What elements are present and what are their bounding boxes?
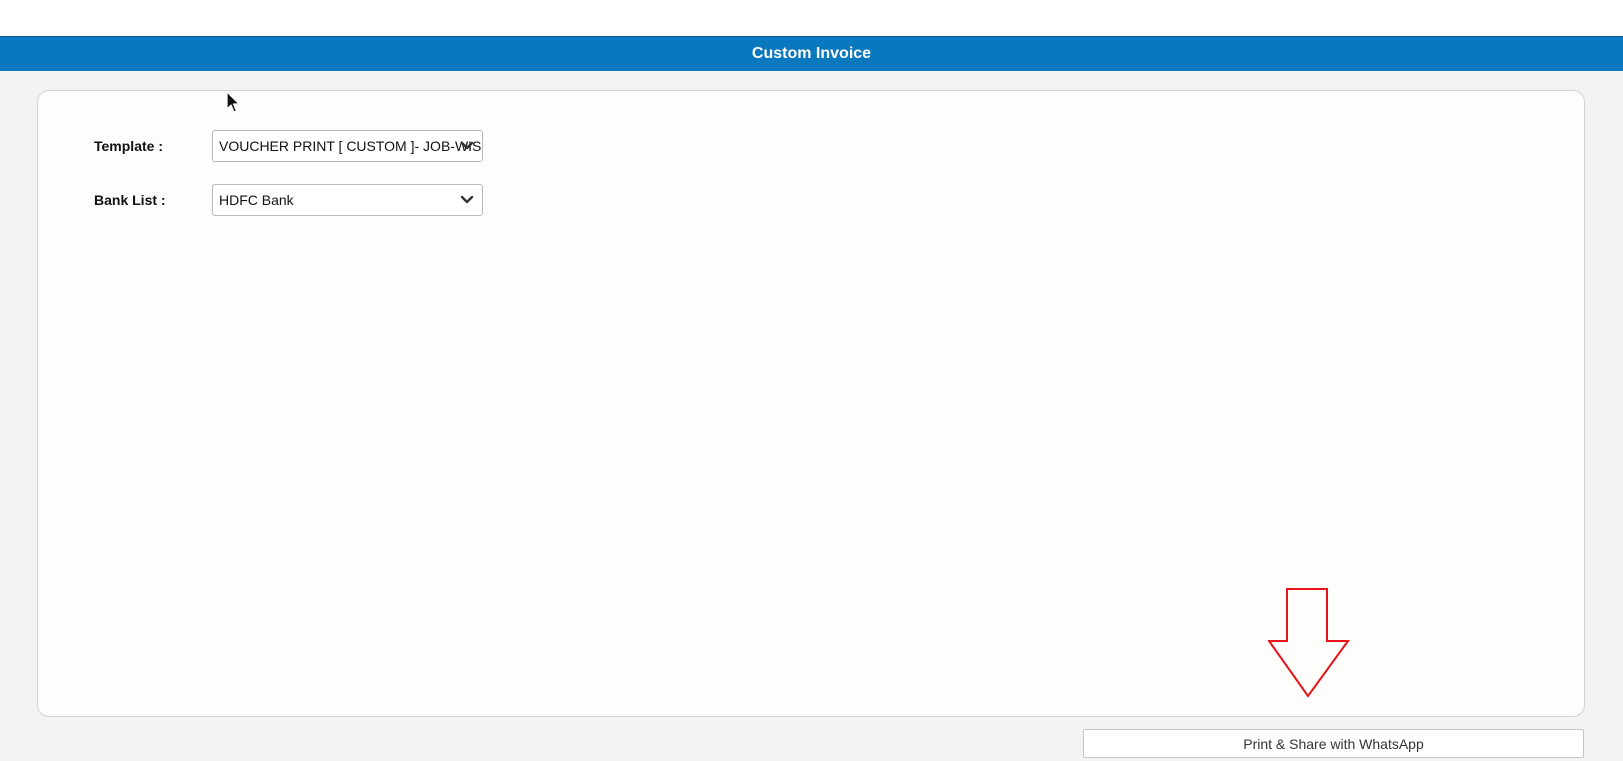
chevron-down-icon	[460, 141, 474, 150]
print-share-whatsapp-label: Print & Share with WhatsApp	[1243, 735, 1424, 752]
bank-list-select-value: HDFC Bank	[219, 192, 294, 208]
bank-list-label: Bank List :	[94, 192, 166, 208]
down-arrow-outline-icon	[1268, 588, 1350, 698]
mouse-pointer-icon	[226, 91, 240, 113]
top-blank-area	[0, 0, 1623, 36]
form-panel: Template : VOUCHER PRINT [ CUSTOM ]- JOB…	[37, 90, 1585, 717]
bank-list-select[interactable]: HDFC Bank	[212, 184, 483, 216]
template-select-value: VOUCHER PRINT [ CUSTOM ]- JOB-WISE	[219, 138, 482, 154]
title-bar: Custom Invoice	[0, 36, 1623, 71]
template-label: Template :	[94, 138, 163, 154]
page-title: Custom Invoice	[751, 45, 872, 62]
template-row: Template : VOUCHER PRINT [ CUSTOM ]- JOB…	[94, 130, 483, 162]
print-share-whatsapp-button[interactable]: Print & Share with WhatsApp	[1083, 729, 1584, 758]
bank-list-row: Bank List : HDFC Bank	[94, 184, 483, 216]
template-select[interactable]: VOUCHER PRINT [ CUSTOM ]- JOB-WISE	[212, 130, 483, 162]
chevron-down-icon	[460, 195, 474, 204]
